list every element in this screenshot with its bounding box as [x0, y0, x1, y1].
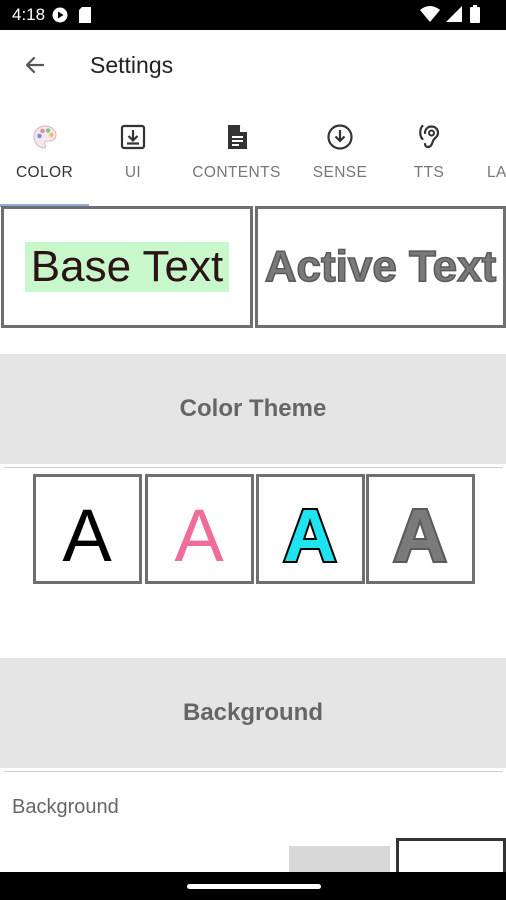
- status-bar: 4:18: [0, 0, 506, 30]
- tab-color[interactable]: COLOR: [0, 112, 89, 208]
- tab-label: TTS: [413, 164, 445, 181]
- theme-swatch-black[interactable]: A: [33, 474, 142, 584]
- arrow-back-icon: [23, 53, 47, 82]
- page-title: Settings: [90, 52, 174, 78]
- signal-icon: [446, 6, 462, 27]
- background-header: Background: [0, 658, 506, 768]
- active-text-sample: Active Text: [264, 241, 497, 292]
- divider: [4, 771, 503, 772]
- palette-icon: [32, 120, 58, 154]
- section-title: Color Theme: [179, 395, 327, 422]
- theme-swatch-cyan[interactable]: A: [256, 474, 365, 584]
- section-title: Background: [182, 699, 323, 726]
- tab-label: LA: [487, 164, 506, 181]
- theme-swatch-pink[interactable]: A: [145, 474, 254, 584]
- battery-icon: [470, 5, 480, 28]
- tab-label: CONTENTS: [192, 164, 281, 181]
- tab-label: SENSE: [312, 164, 368, 181]
- tab-sense[interactable]: SENSE: [301, 112, 379, 208]
- tab-tts[interactable]: TTS: [399, 112, 459, 208]
- app-bar: Settings: [0, 30, 506, 102]
- color-theme-header: Color Theme: [0, 354, 506, 464]
- document-icon: [226, 120, 248, 154]
- divider: [4, 467, 503, 468]
- navigation-bar: [0, 872, 506, 900]
- theme-letter: A: [62, 494, 112, 577]
- theme-swatch-grey[interactable]: A: [366, 474, 475, 584]
- tab-label: UI: [124, 164, 142, 181]
- wifi-icon: [420, 6, 440, 27]
- home-gesture-handle[interactable]: [187, 884, 321, 889]
- sd-card-icon: [78, 7, 92, 28]
- base-text-sample: Base Text: [24, 242, 230, 292]
- status-time: 4:18: [12, 5, 46, 24]
- active-text-preview[interactable]: Active Text: [255, 206, 506, 328]
- download-box-icon: [120, 120, 146, 154]
- tab-partial[interactable]: LA: [482, 112, 506, 208]
- base-text-preview[interactable]: Base Text: [1, 206, 253, 328]
- back-button[interactable]: [18, 50, 52, 84]
- theme-letter: A: [283, 494, 336, 577]
- download-circle-icon: [326, 120, 354, 154]
- tab-bar: COLOR UI CONTENTS SENSE TTS LA: [0, 112, 506, 208]
- tab-contents[interactable]: CONTENTS: [186, 112, 287, 208]
- hearing-icon: [416, 120, 442, 154]
- theme-letter: A: [174, 494, 224, 577]
- theme-letter: A: [393, 494, 446, 577]
- background-label: Background: [12, 796, 119, 818]
- tab-ui[interactable]: UI: [89, 112, 177, 208]
- tab-label: COLOR: [15, 164, 74, 181]
- play-store-icon: [52, 7, 68, 28]
